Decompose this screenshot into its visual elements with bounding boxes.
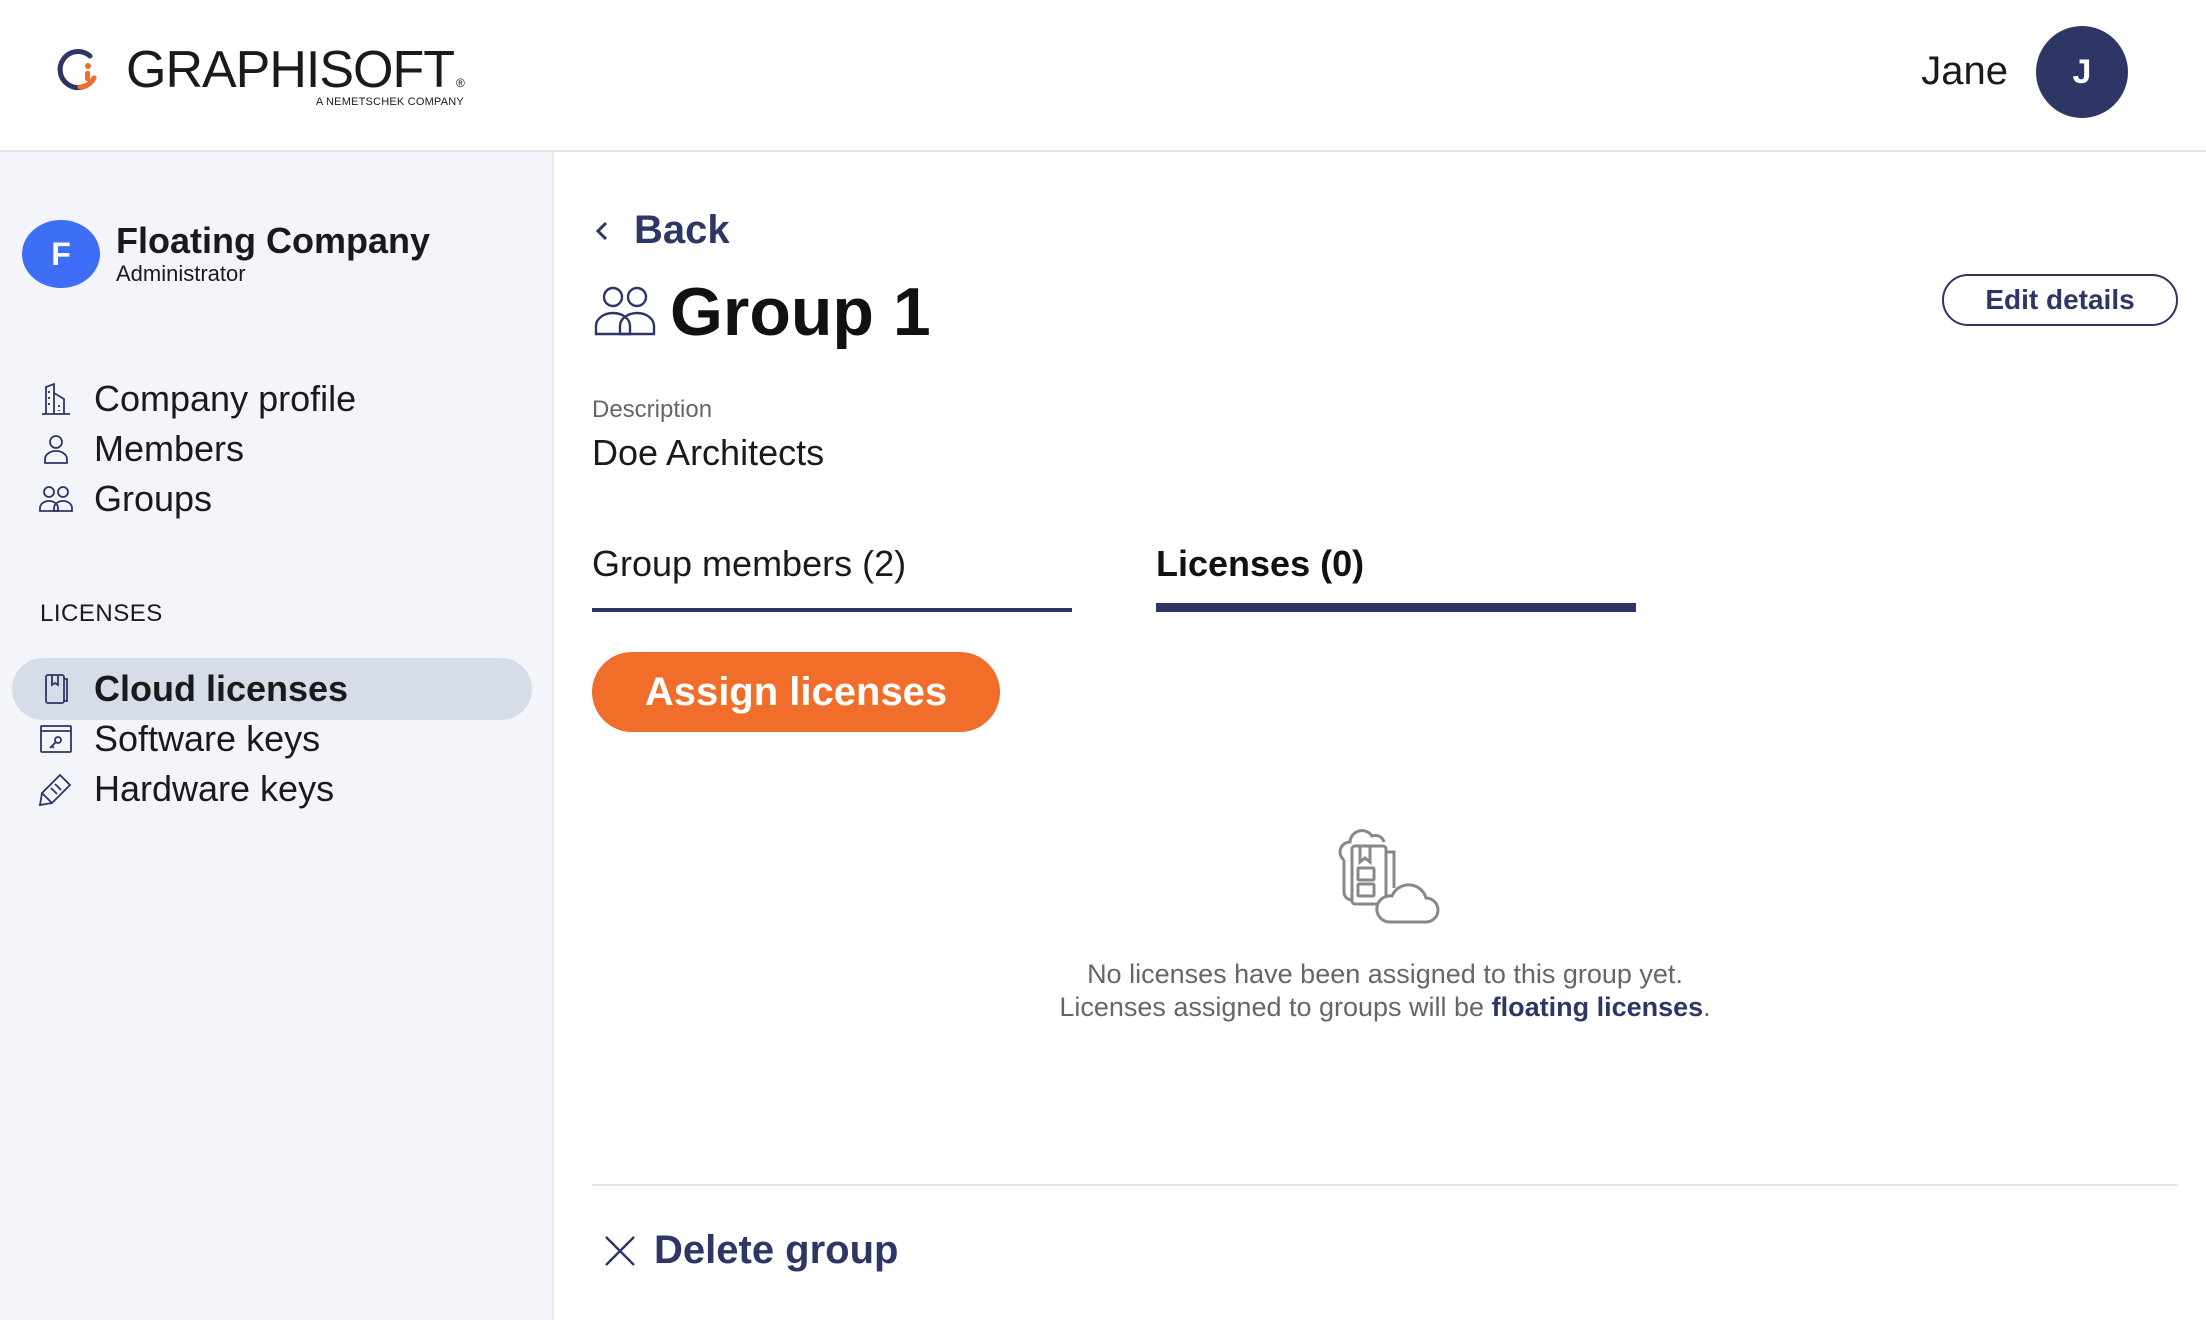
software-key-icon xyxy=(40,725,72,753)
divider xyxy=(592,1184,2178,1186)
sidebar-item-label: Hardware keys xyxy=(94,768,335,809)
sidebar-item-label: Software keys xyxy=(94,718,321,759)
sidebar: F Floating Company Administrator Company… xyxy=(0,152,554,1320)
close-icon xyxy=(605,1235,635,1266)
brand-tagline: A NEMETSCHEK COMPANY xyxy=(315,96,464,108)
group-icon xyxy=(594,286,656,336)
sidebar-item-label: Company profile xyxy=(94,378,357,419)
assign-licenses-button[interactable]: Assign licenses xyxy=(592,652,1000,732)
company-switcher[interactable]: F Floating Company Administrator xyxy=(22,220,430,288)
tab-licenses[interactable]: Licenses (0) xyxy=(1156,542,1636,612)
licenses-section-label: LICENSES xyxy=(40,600,163,627)
tab-label: Licenses (0) xyxy=(1156,543,1365,584)
empty-state-line1: No licenses have been assigned to this g… xyxy=(1087,959,1683,989)
page-title-row: Group 1 xyxy=(592,272,931,352)
person-icon xyxy=(44,435,68,464)
company-avatar: F xyxy=(22,220,100,288)
hardware-key-icon xyxy=(38,773,72,807)
cloud-license-empty-icon xyxy=(1338,829,1440,924)
chevron-left-icon xyxy=(595,221,608,240)
delete-group-button[interactable]: Delete group xyxy=(602,1228,898,1273)
description-value: Doe Architects xyxy=(592,432,825,473)
empty-state-line2-text: Licenses assigned to groups will be xyxy=(1059,992,1492,1022)
graphisoft-logo[interactable]: GRAPHISOFT ® A NEMETSCHEK COMPANY xyxy=(50,42,465,112)
tab-underline-active xyxy=(1156,603,1636,612)
building-icon xyxy=(42,382,70,415)
empty-state-line2: Licenses assigned to groups will be floa… xyxy=(592,991,2178,1024)
sidebar-item-label: Members xyxy=(94,428,245,469)
tab-label: Group members (2) xyxy=(592,543,907,584)
sidebar-item-label: Cloud licenses xyxy=(94,668,349,709)
page-title: Group 1 xyxy=(670,274,931,350)
edit-details-button[interactable]: Edit details xyxy=(1942,274,2178,326)
graphisoft-logo-icon xyxy=(57,49,97,90)
back-label: Back xyxy=(634,208,730,252)
company-name: Floating Company xyxy=(116,220,430,261)
description-label: Description xyxy=(592,396,713,423)
floating-licenses-link[interactable]: floating licenses xyxy=(1492,992,1704,1022)
group-icon xyxy=(39,486,73,512)
main-content: Back Group 1 Edit details Description Do… xyxy=(592,152,2178,1320)
cloud-license-icon xyxy=(45,674,68,704)
delete-group-label: Delete group xyxy=(654,1228,899,1272)
user-name[interactable]: Jane xyxy=(1921,46,2008,96)
sidebar-item-groups[interactable]: Groups xyxy=(12,468,532,530)
registered-mark: ® xyxy=(456,76,465,90)
tab-underline xyxy=(592,608,1072,612)
sidebar-item-hardware-keys[interactable]: Hardware keys xyxy=(12,758,532,820)
user-avatar[interactable]: J xyxy=(2036,26,2128,118)
empty-state-message: No licenses have been assigned to this g… xyxy=(592,958,2178,1024)
top-header: GRAPHISOFT ® A NEMETSCHEK COMPANY Jane J xyxy=(0,0,2206,152)
empty-state-period: . xyxy=(1703,992,1711,1022)
sidebar-item-label: Groups xyxy=(94,478,213,519)
tab-group-members[interactable]: Group members (2) xyxy=(592,542,1072,612)
company-role: Administrator xyxy=(116,261,246,286)
back-link[interactable]: Back xyxy=(592,208,730,253)
